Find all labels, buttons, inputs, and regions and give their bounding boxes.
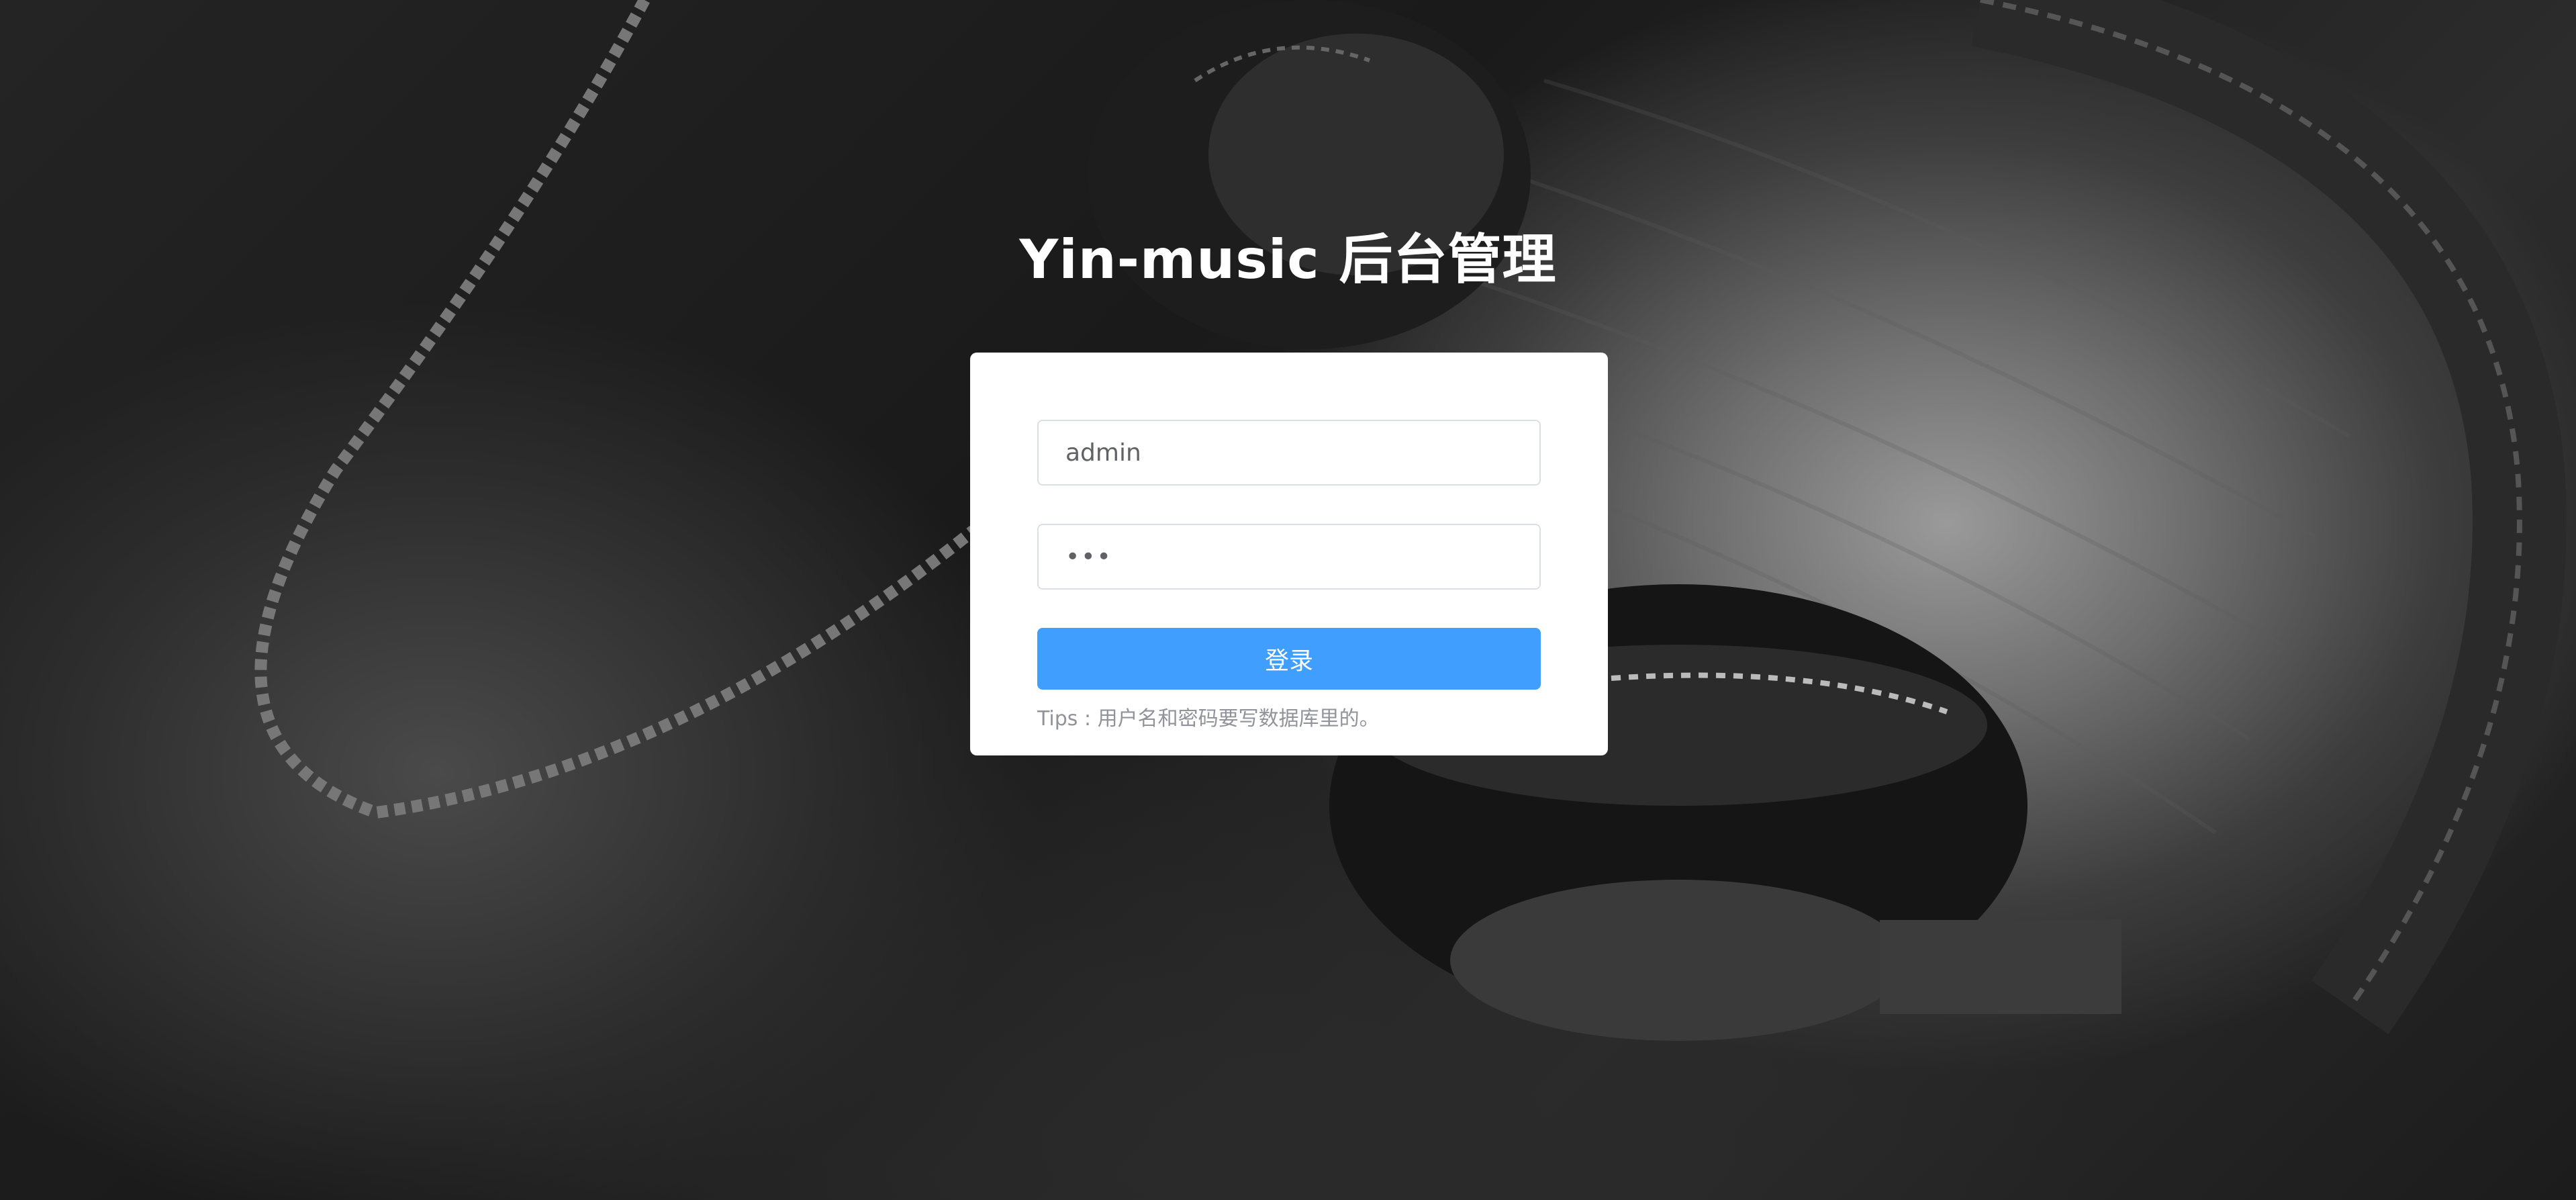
username-input[interactable] <box>1037 420 1541 486</box>
page-title: Yin-music 后台管理 <box>1019 228 1557 291</box>
login-card: 登录 Tips : 用户名和密码要写数据库里的。 <box>970 353 1608 755</box>
login-button[interactable]: 登录 <box>1037 628 1541 690</box>
password-input[interactable] <box>1037 524 1541 590</box>
login-tips: Tips : 用户名和密码要写数据库里的。 <box>1037 707 1380 731</box>
